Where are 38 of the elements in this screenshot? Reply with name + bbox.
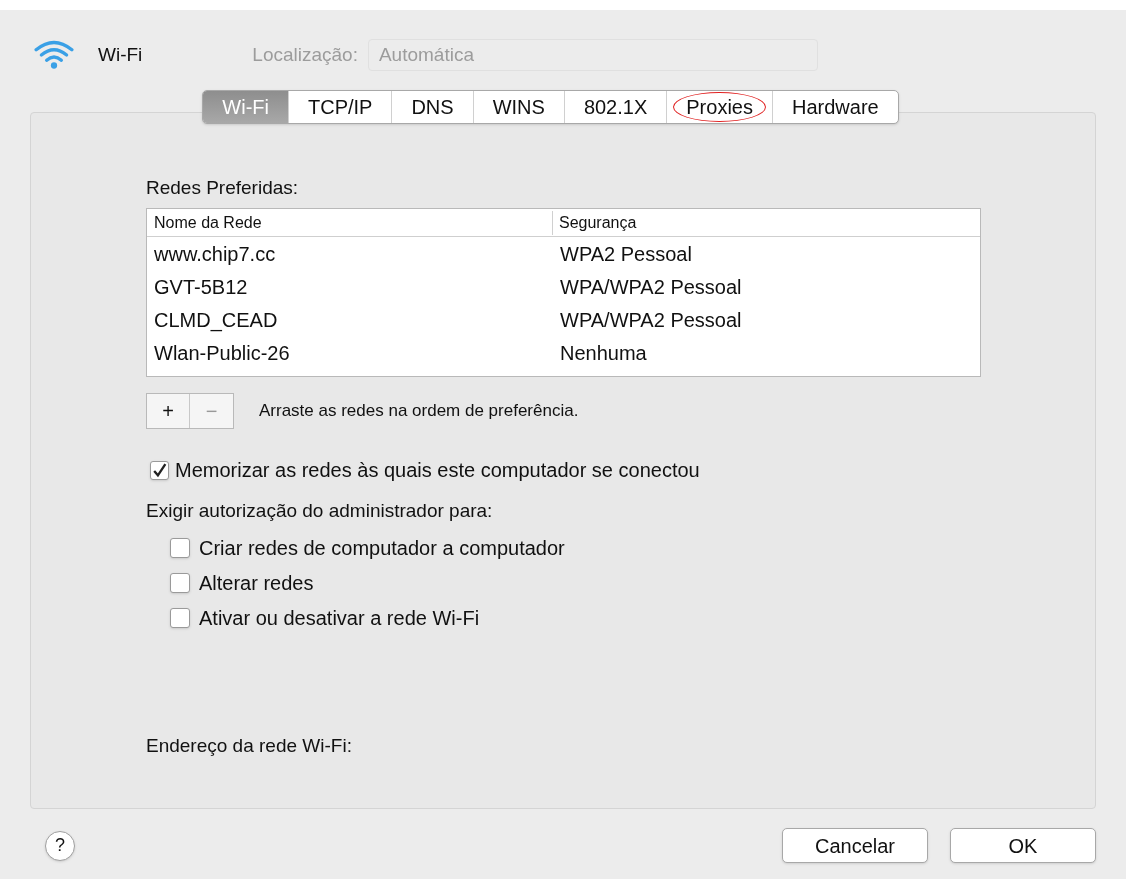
network-row[interactable]: GVT-5B12 WPA/WPA2 Pessoal (147, 270, 980, 303)
add-button[interactable]: + (147, 394, 190, 428)
table-cell-text: Nenhuma (559, 340, 647, 366)
checkbox-label: Criar redes de computador a computador (199, 536, 565, 561)
tab[interactable]: WINS (472, 91, 564, 123)
table-cell-text: CLMD_CEAD (153, 307, 279, 334)
tab[interactable]: Hardware (771, 91, 898, 123)
network-row[interactable]: www.chip7.cc WPA2 Pessoal (147, 237, 980, 270)
table-cell-text: Wlan-Public-26 (153, 340, 291, 366)
window-title: Wi-Fi (98, 42, 143, 67)
table-cell-text: www.chip7.cc (153, 241, 277, 267)
table-cell-text: WPA/WPA2 Pessoal (559, 274, 742, 300)
dialog-button[interactable]: Cancelar (782, 828, 928, 863)
column-header: Nome da Rede (147, 210, 553, 235)
table-cell-text: GVT-5B12 (153, 274, 249, 300)
checkmark-icon (151, 461, 168, 479)
checkbox-label: Ativar ou desativar a rede Wi-Fi (199, 606, 480, 631)
address-label: Endereço da rede Wi-Fi: (146, 734, 353, 758)
section-title: Redes Preferidas: (146, 176, 300, 200)
network-row[interactable]: Wlan-Public-26 Nenhuma (147, 336, 980, 369)
checkbox-label: Alterar redes (199, 571, 314, 596)
table-cell-text: WPA2 Pessoal (559, 241, 692, 267)
checkbox[interactable] (170, 538, 190, 558)
checkbox[interactable] (170, 573, 190, 593)
section-title: Exigir autorização do administrador para: (146, 499, 494, 523)
dialog-button[interactable]: OK (950, 828, 1096, 863)
hint-text: Arraste as redes na ordem de preferência. (259, 400, 579, 423)
network-row[interactable]: CLMD_CEAD WPA/WPA2 Pessoal (147, 303, 980, 336)
help-button[interactable]: ? (45, 830, 75, 861)
tab[interactable]: Proxies (666, 91, 772, 123)
tab[interactable]: DNS (391, 91, 473, 123)
location-label: Localização: (252, 42, 358, 67)
tab[interactable]: TCP/IP (287, 91, 392, 123)
table-cell-text: WPA/WPA2 Pessoal (559, 307, 742, 333)
checkbox[interactable] (170, 608, 190, 628)
checkbox-label: Memorizar as redes às quais este computador se conectou (175, 458, 700, 483)
tab[interactable]: 802.1X (563, 91, 667, 123)
column-header: Segurança (558, 212, 637, 233)
